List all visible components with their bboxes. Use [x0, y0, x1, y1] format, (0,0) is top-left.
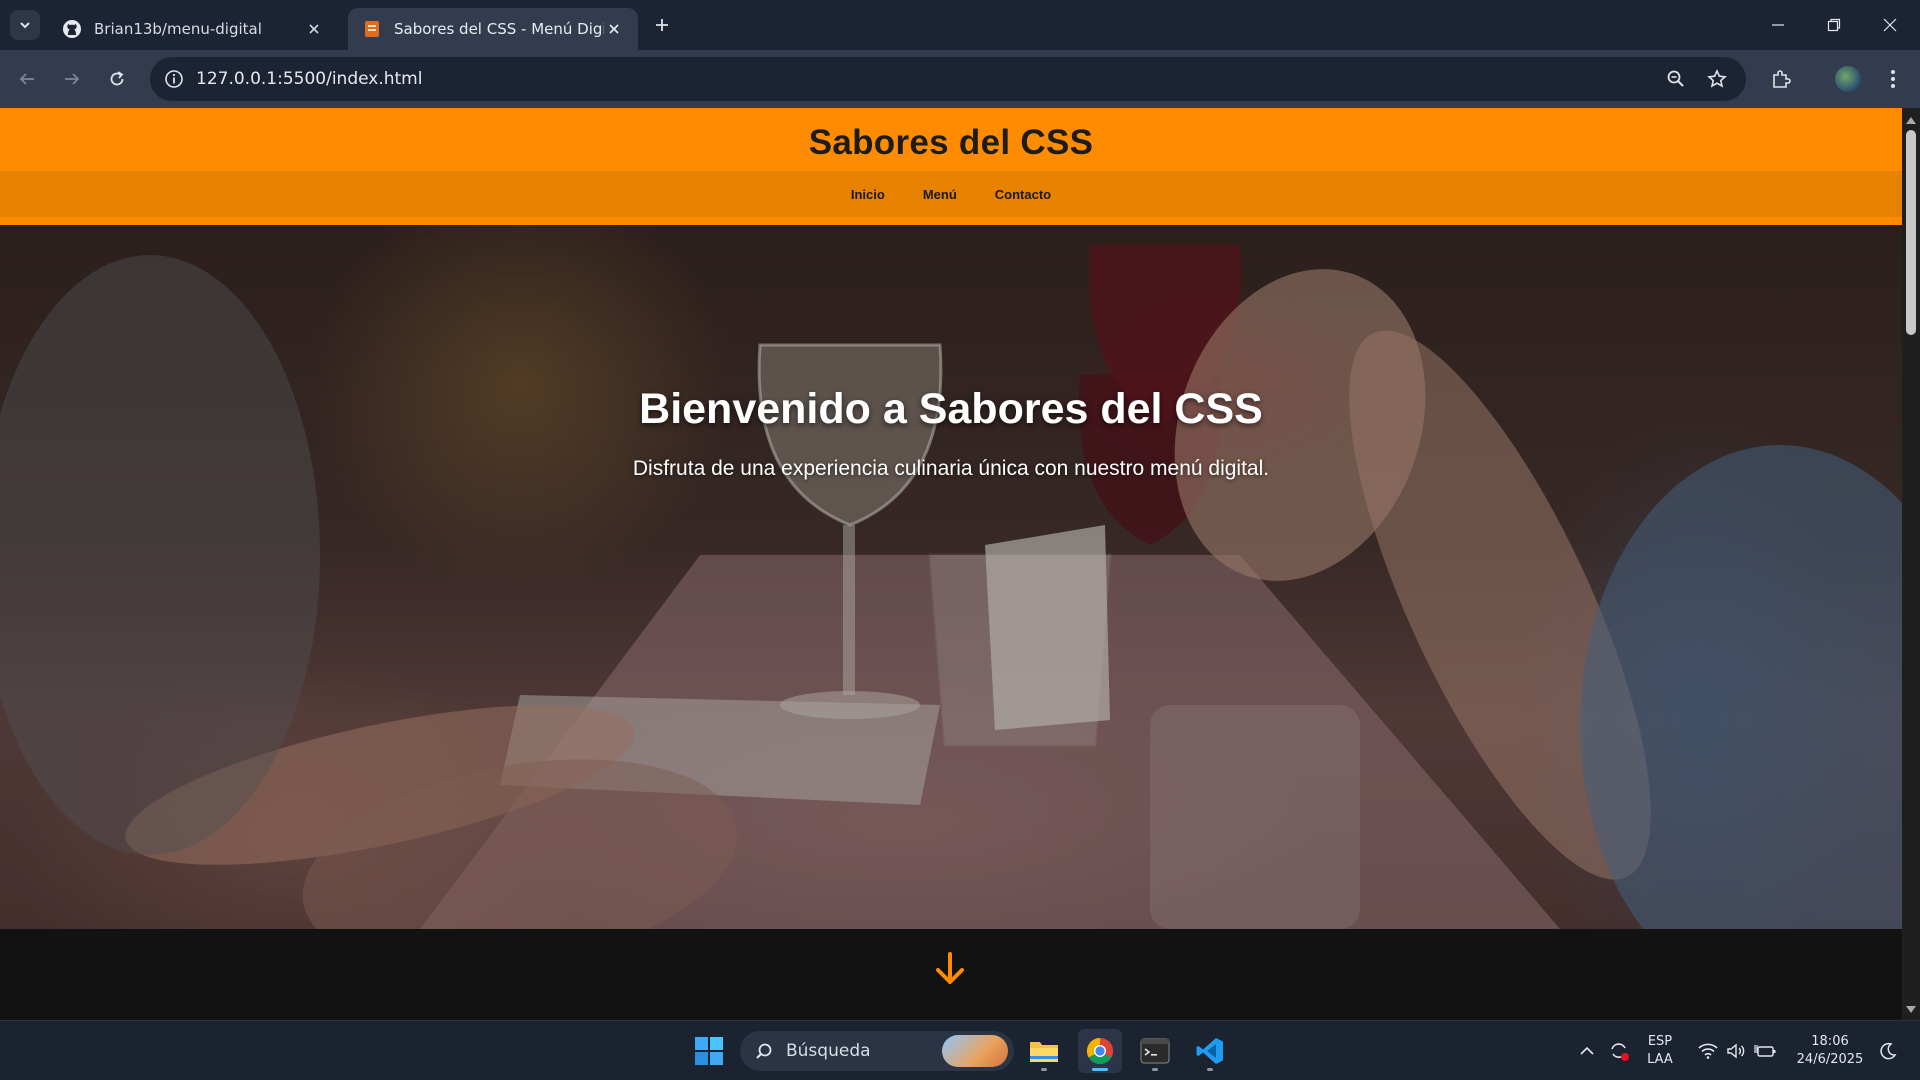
search-highlight-image	[942, 1035, 1008, 1067]
plus-icon	[656, 19, 668, 31]
tab-title: Brian13b/menu-digital	[94, 20, 262, 38]
menu-section-preview	[0, 929, 1902, 1020]
sync-status[interactable]	[1602, 1021, 1636, 1080]
show-hidden-icons[interactable]	[1572, 1021, 1602, 1080]
scroll-down-button[interactable]	[930, 949, 970, 989]
reload-icon	[110, 71, 124, 86]
site-header: Sabores del CSS Inicio Menú Contacto	[0, 108, 1902, 225]
terminal-icon	[1140, 1038, 1170, 1064]
restore-button[interactable]	[1806, 0, 1862, 50]
arrow-down-icon	[936, 952, 964, 984]
browser-tab-bar: Brian13b/menu-digital Sabores del CSS - …	[0, 0, 1920, 50]
hero-section: Bienvenido a Sabores del CSS Disfruta de…	[0, 225, 1902, 929]
tab-search-button[interactable]	[10, 10, 40, 40]
folder-icon	[1030, 1042, 1058, 1062]
battery-icon	[1754, 1045, 1776, 1057]
scrollbar-thumb[interactable]	[1906, 130, 1916, 335]
start-button[interactable]	[687, 1029, 731, 1073]
minimize-button[interactable]	[1750, 0, 1806, 50]
tab-sabores[interactable]: Sabores del CSS - Menú Digital	[348, 8, 638, 50]
hero-title: Bienvenido a Sabores del CSS	[639, 385, 1263, 433]
back-button[interactable]	[11, 63, 43, 95]
vscode-icon	[1196, 1038, 1223, 1064]
sync-icon	[1611, 1043, 1629, 1061]
minimize-icon	[1772, 24, 1784, 26]
taskbar-search[interactable]: Búsqueda	[740, 1031, 1014, 1071]
url-text[interactable]: 127.0.0.1:5500/index.html	[196, 57, 422, 101]
taskbar-file-explorer[interactable]	[1022, 1029, 1066, 1073]
taskbar-chrome[interactable]	[1078, 1029, 1122, 1073]
close-icon	[1883, 18, 1897, 32]
page-scrollbar[interactable]	[1902, 108, 1920, 1020]
search-placeholder: Búsqueda	[786, 1041, 871, 1061]
reload-button[interactable]	[101, 63, 133, 95]
clock[interactable]: 18:06 24/6/2025	[1790, 1021, 1870, 1080]
input-language[interactable]: ESP LAA	[1642, 1021, 1678, 1080]
close-icon[interactable]	[304, 19, 324, 39]
nav-link-contacto[interactable]: Contacto	[995, 187, 1051, 202]
puzzle-icon	[1773, 70, 1791, 88]
clock-date: 24/6/2025	[1796, 1052, 1864, 1067]
keyboard-layout: LAA	[1647, 1052, 1673, 1067]
page-viewport: Sabores del CSS Inicio Menú Contacto Bie…	[0, 108, 1902, 1020]
language-code: ESP	[1647, 1034, 1673, 1049]
bookmark-star-icon[interactable]	[1705, 67, 1729, 91]
tab-github[interactable]: Brian13b/menu-digital	[48, 8, 338, 50]
hero-overlay	[0, 225, 1902, 929]
arrow-left-icon	[19, 73, 34, 85]
address-bar[interactable]: 127.0.0.1:5500/index.html	[150, 57, 1746, 101]
chevron-up-icon	[1580, 1046, 1594, 1055]
wifi-icon	[1698, 1043, 1718, 1059]
site-info-icon[interactable]	[162, 67, 186, 91]
close-icon[interactable]	[604, 19, 624, 39]
chrome-icon	[1086, 1037, 1114, 1065]
chevron-down-icon	[20, 22, 30, 29]
moon-icon	[1880, 1042, 1897, 1060]
nav-link-inicio[interactable]: Inicio	[851, 187, 885, 202]
browser-menu-button[interactable]	[1877, 63, 1909, 95]
profile-avatar[interactable]	[1832, 63, 1864, 95]
html-file-icon	[362, 19, 382, 39]
volume-icon	[1727, 1043, 1745, 1059]
notifications-button[interactable]	[1870, 1021, 1906, 1080]
extensions-button[interactable]	[1765, 63, 1797, 95]
browser-toolbar: 127.0.0.1:5500/index.html	[0, 50, 1920, 108]
avatar	[1835, 66, 1861, 92]
scroll-down-arrow-icon[interactable]	[1902, 1002, 1920, 1018]
forward-button[interactable]	[56, 63, 88, 95]
windows-logo-icon	[695, 1037, 723, 1065]
zoom-icon[interactable]	[1664, 67, 1688, 91]
taskbar-vscode[interactable]	[1188, 1029, 1232, 1073]
site-nav: Inicio Menú Contacto	[0, 171, 1902, 217]
more-vertical-icon	[1891, 70, 1895, 88]
scroll-up-arrow-icon[interactable]	[1902, 112, 1920, 128]
taskbar-terminal[interactable]	[1133, 1029, 1177, 1073]
hero-subtitle: Disfruta de una experiencia culinaria ún…	[632, 457, 1270, 480]
new-tab-button[interactable]	[650, 13, 674, 37]
search-icon	[754, 1041, 774, 1061]
nav-link-menu[interactable]: Menú	[923, 187, 957, 202]
quick-settings[interactable]	[1692, 1021, 1782, 1080]
windows-taskbar: Búsqueda ESP LAA 18:06 24/6/2025	[0, 1020, 1920, 1080]
clock-time: 18:06	[1811, 1034, 1849, 1049]
site-title: Sabores del CSS	[808, 123, 1094, 162]
tab-title: Sabores del CSS - Menú Digital	[394, 20, 604, 38]
arrow-right-icon	[65, 73, 80, 85]
github-icon	[62, 19, 82, 39]
restore-icon	[1827, 18, 1841, 32]
close-window-button[interactable]	[1862, 0, 1918, 50]
